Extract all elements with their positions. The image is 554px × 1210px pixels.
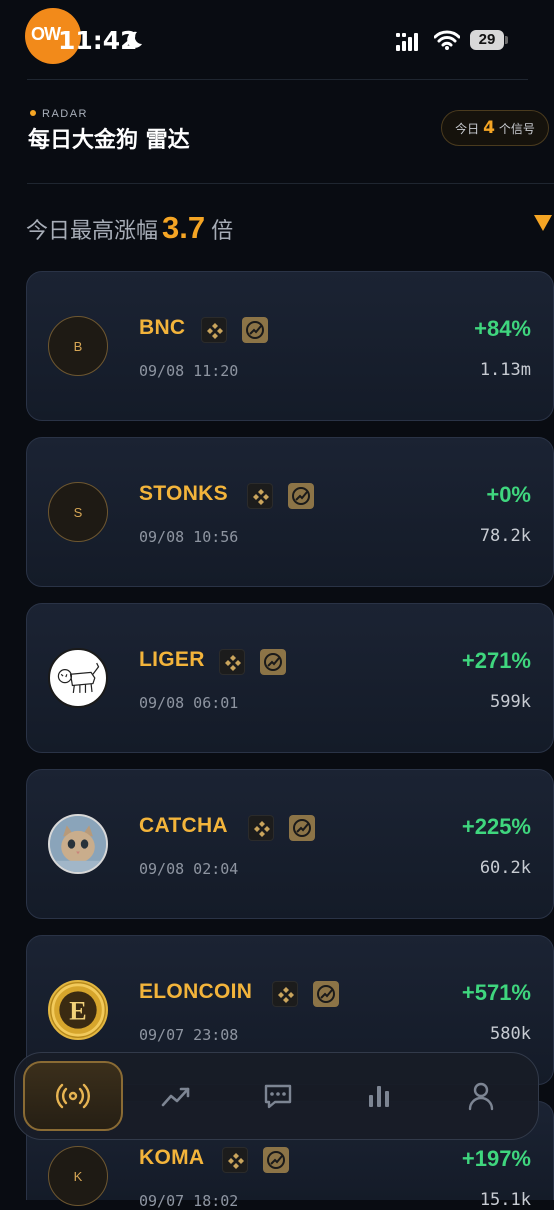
coin-avatar-icon: K [48,1146,108,1206]
coin-time: 09/08 06:01 [139,694,239,712]
chart-badge-icon [263,1147,289,1173]
nav-profile[interactable] [431,1061,531,1131]
coin-card[interactable]: S STONKS 09/08 10:56 +0% 78.2k [26,437,554,587]
binance-icon [222,1147,248,1173]
coin-letter: K [73,1168,83,1184]
elon-coin-icon: E [48,980,108,1040]
chart-badge-icon [260,649,286,675]
nav-trend[interactable] [126,1061,226,1131]
nav-chat[interactable] [228,1061,328,1131]
coin-volume: 599k [490,692,531,712]
coin-symbol: LIGER [139,648,205,671]
coin-card[interactable]: CATCHA 09/08 02:04 +225% 60.2k [26,769,554,919]
coin-volume: 1.13m [479,360,531,380]
binance-icon [247,483,273,509]
chart-badge-icon [313,981,339,1007]
liger-sketch-icon [48,648,108,708]
nav-radar[interactable] [23,1061,123,1131]
binance-icon [272,981,298,1007]
coin-card[interactable]: LIGER 09/08 06:01 +271% 599k [26,603,554,753]
chart-badge-icon [288,483,314,509]
binance-icon [219,649,245,675]
chart-badge-icon [289,815,315,841]
bottom-nav [14,1052,539,1140]
coin-time: 09/08 02:04 [139,860,239,878]
person-icon [468,1082,494,1111]
coin-change: +84% [474,316,531,341]
bar-chart-icon [369,1086,389,1107]
coin-letter: B [73,338,83,354]
coin-list: B BNC 09/08 11:20 +84% 1.13m S STONKS 09… [0,0,554,1210]
coin-card[interactable]: B BNC 09/08 11:20 +84% 1.13m [26,271,554,421]
coin-change: +197% [461,1146,531,1171]
coin-letter: S [73,504,83,520]
broadcast-icon [56,1083,90,1109]
coin-time: 09/08 10:56 [139,528,239,546]
coin-avatar-icon: S [48,482,108,542]
coin-volume: 15.1k [479,1190,531,1210]
svg-text:E: E [69,996,86,1025]
binance-icon [201,317,227,343]
chart-badge-icon [242,317,268,343]
coin-symbol: CATCHA [139,814,228,837]
coin-symbol: KOMA [139,1146,205,1169]
coin-change: +571% [461,980,531,1005]
coin-change: +0% [486,482,531,507]
coin-volume: 60.2k [479,858,531,878]
coin-symbol: STONKS [139,482,228,505]
coin-time: 09/07 18:02 [139,1192,239,1210]
binance-icon [248,815,274,841]
coin-volume: 580k [490,1024,531,1044]
coin-symbol: ELONCOIN [139,980,253,1003]
coin-time: 09/08 11:20 [139,362,239,380]
coin-avatar-icon: B [48,316,108,376]
coin-symbol: BNC [139,316,186,339]
nav-stats[interactable] [329,1061,429,1131]
coin-time: 09/07 23:08 [139,1026,239,1044]
coin-change: +271% [461,648,531,673]
coin-volume: 78.2k [479,526,531,546]
trend-up-icon [161,1087,190,1107]
chat-bubble-icon [264,1084,292,1109]
kitten-photo-icon [48,814,108,874]
coin-change: +225% [461,814,531,839]
